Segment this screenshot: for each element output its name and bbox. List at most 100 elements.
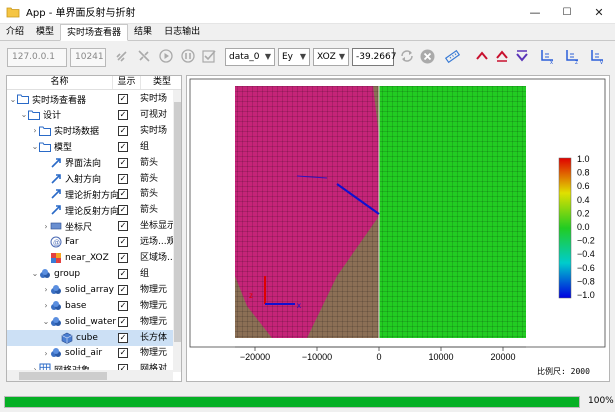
tree-horizontal-scrollbar[interactable] (7, 370, 173, 381)
column-header-visible[interactable]: 显示 (113, 76, 141, 89)
arrow-icon (50, 173, 62, 185)
scrollbar-thumb[interactable] (174, 102, 181, 342)
tab-live-field-viewer[interactable]: 实时场查看器 (60, 24, 129, 41)
ip-field[interactable]: 127.0.0.1 (7, 48, 67, 67)
disconnect-icon[interactable] (135, 47, 153, 65)
tab-intro[interactable]: 介绍 (0, 24, 30, 41)
tree-row-type: 坐标显示 (140, 221, 174, 232)
chevron-right-icon[interactable]: › (42, 349, 50, 358)
visible-checkbox[interactable]: ✓ (118, 237, 128, 248)
checkmark-icon[interactable] (200, 47, 218, 65)
tree-row-label: 坐标尺 (65, 222, 93, 233)
visible-checkbox[interactable]: ✓ (118, 189, 128, 200)
tree-row[interactable]: @ Far ✓ 远场...观 (7, 234, 174, 250)
chevron-right-icon[interactable]: › (42, 301, 50, 310)
colorbar-labels: 1.0 0.8 0.6 0.4 0.2 0.0 −0.2 −0.4 −0.6 −0.8 −1.0 (577, 154, 595, 300)
column-header-name[interactable]: 名称 (7, 76, 113, 89)
chevron-down-icon[interactable]: ⌄ (9, 95, 17, 104)
tree-row[interactable]: › solid_air ✓ 物理元 (7, 345, 173, 361)
tree-row-type: 物理元 (140, 348, 168, 359)
tree-row[interactable]: cube ✓ 长方体 (7, 329, 173, 346)
axis-x-icon[interactable]: x (538, 47, 556, 65)
move-up-icon[interactable] (473, 47, 491, 65)
move-up-fill-icon[interactable] (493, 47, 511, 65)
chevron-down-icon[interactable]: ⌄ (20, 110, 28, 119)
scrollbar-thumb[interactable] (19, 372, 107, 380)
tab-results[interactable]: 结果 (128, 24, 158, 41)
maximize-button[interactable]: ☐ (552, 0, 582, 24)
chevron-down-icon: ▼ (264, 52, 271, 61)
colorbar-tick-label: 0.0 (577, 222, 590, 232)
ruler-icon[interactable] (443, 47, 461, 65)
tree-row-name: › 坐标尺 (42, 218, 92, 234)
minimize-button[interactable]: — (520, 0, 550, 24)
visible-checkbox[interactable]: ✓ (118, 109, 128, 120)
move-down-icon[interactable] (513, 47, 531, 65)
refresh-icon[interactable] (398, 47, 416, 65)
tree-row[interactable]: 理论折射方向 ✓ 箭头 (7, 186, 173, 202)
axis-y-icon[interactable]: y (588, 47, 606, 65)
visible-checkbox[interactable]: ✓ (118, 157, 128, 168)
tree-row[interactable]: › 坐标尺 ✓ 坐标显示 (7, 218, 174, 234)
chevron-right-icon[interactable]: › (31, 126, 39, 135)
tab-model[interactable]: 模型 (30, 24, 60, 41)
tree-row[interactable]: ⌄ solid_water ✓ 物理元 (7, 314, 173, 330)
visible-checkbox[interactable]: ✓ (118, 332, 128, 343)
field-plot[interactable]: z x −20000 −10000 0 10000 20000 1.0 0.8 0.6 0.4… (187, 76, 609, 381)
visible-checkbox[interactable]: ✓ (118, 221, 128, 232)
tree-row-name: ⌄ solid_water (42, 314, 116, 330)
visible-checkbox[interactable]: ✓ (118, 300, 128, 311)
tree-row[interactable]: › 实时场数据 ✓ 实时场 (7, 123, 173, 139)
chevron-right-icon[interactable]: › (42, 222, 50, 231)
tree-row-type: 箭头 (140, 189, 159, 200)
colorbar-tick-label: 0.8 (577, 168, 590, 178)
tree-row[interactable]: › solid_array ✓ 物理元 (7, 282, 173, 298)
tree-row[interactable]: ⌄ 模型 ✓ 组 (7, 139, 173, 155)
visible-checkbox[interactable]: ✓ (118, 316, 128, 327)
component-select[interactable]: Ey ▼ (278, 48, 310, 66)
visible-checkbox[interactable]: ✓ (118, 253, 128, 263)
visible-checkbox[interactable]: ✓ (118, 205, 128, 216)
clear-icon[interactable] (418, 47, 436, 65)
tree-header: 名称 显示 类型 (7, 76, 181, 90)
position-input[interactable]: -39.2667 (352, 48, 396, 66)
visible-checkbox[interactable]: ✓ (118, 125, 128, 136)
tree-row[interactable]: 入射方向 ✓ 箭头 (7, 171, 173, 187)
visible-checkbox[interactable]: ✓ (118, 94, 128, 104)
visible-checkbox[interactable]: ✓ (118, 348, 128, 359)
chevron-right-icon[interactable]: › (42, 285, 50, 294)
chevron-down-icon[interactable]: ⌄ (31, 269, 39, 278)
visible-checkbox[interactable]: ✓ (118, 141, 128, 152)
tree-row[interactable]: 理论反射方向 ✓ 箭头 (7, 202, 173, 218)
visible-checkbox[interactable]: ✓ (118, 173, 128, 184)
visible-checkbox[interactable]: ✓ (118, 268, 128, 279)
port-field[interactable]: 10241 (70, 48, 106, 67)
column-header-type[interactable]: 类型 (141, 76, 181, 89)
tree-vertical-scrollbar[interactable] (173, 90, 181, 372)
tree-row[interactable]: near_XOZ ✓ 区域场... (7, 250, 174, 266)
tree-row[interactable]: ⌄ group ✓ 组 (7, 266, 173, 282)
svg-text:y: y (600, 60, 603, 64)
tree-row-name: 理论反射方向 (42, 202, 119, 218)
tree-row[interactable]: ⌄ 实时场查看器 ✓ 实时场 (7, 91, 173, 107)
plane-select[interactable]: XOZ ▼ (313, 48, 349, 66)
tree-row-name: 界面法向 (42, 155, 101, 171)
group-icon (39, 268, 51, 280)
close-button[interactable]: ✕ (584, 0, 614, 24)
field-viewport[interactable]: z x −20000 −10000 0 10000 20000 1.0 0.8 0.6 0.4… (186, 75, 610, 382)
chevron-down-icon[interactable]: ⌄ (42, 317, 50, 326)
tree-row[interactable]: ⌄ 设计 ✓ 可视对 (7, 107, 173, 123)
folder-icon (39, 125, 51, 137)
connect-icon[interactable] (113, 47, 131, 65)
play-icon[interactable] (157, 47, 175, 65)
tab-log-output[interactable]: 日志输出 (158, 24, 206, 41)
pause-icon[interactable] (179, 47, 197, 65)
visible-checkbox[interactable]: ✓ (118, 284, 128, 295)
tree-row[interactable]: › base ✓ 物理元 (7, 298, 173, 314)
tree-row-name: ⌄ 实时场查看器 (9, 91, 86, 107)
dataset-select[interactable]: data_0 ▼ (225, 48, 275, 66)
chevron-down-icon[interactable]: ⌄ (31, 142, 39, 151)
tree-row-label: 理论反射方向 (65, 206, 120, 217)
tree-row[interactable]: 界面法向 ✓ 箭头 (7, 155, 173, 171)
axis-z-icon[interactable]: z (563, 47, 581, 65)
